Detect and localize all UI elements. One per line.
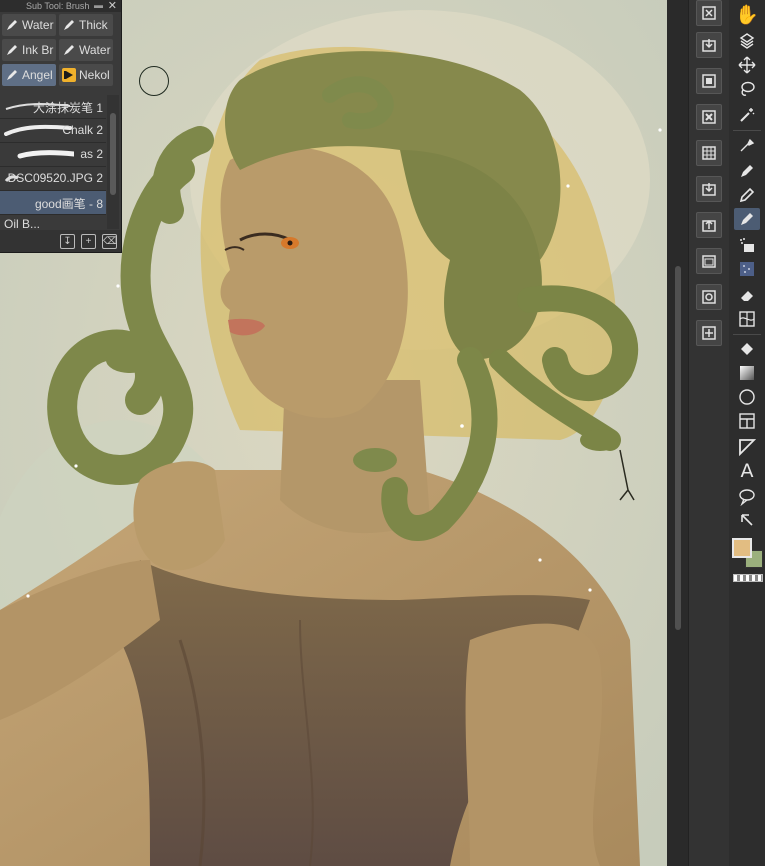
eraser-icon[interactable] [734,284,760,306]
subtool-tab-3[interactable]: Water [59,39,113,61]
subtool-tab-2[interactable]: Ink Br [2,39,56,61]
subtool-bottom-bar: ↧ + ⌫ [0,230,121,252]
copy-layer-icon[interactable] [696,284,722,310]
duplicate-subtool-icon[interactable]: + [81,233,96,249]
brush-list: 大涂抹炭笔 1 Chalk 2 as 2 DSC09520.JPG 2 good… [0,95,106,229]
brush-name: Chalk 2 [62,123,103,137]
fill-icon[interactable] [734,338,760,360]
brush-item-selected[interactable]: good画笔 - 8 [0,191,106,215]
brush-stroke-preview [17,150,74,159]
grid-icon[interactable] [696,140,722,166]
brush-item[interactable]: DSC09520.JPG 2 [0,167,106,191]
subtool-tab-label: Water [79,43,111,57]
figure-icon[interactable] [734,386,760,408]
layer-icon[interactable] [696,68,722,94]
magic-wand-icon[interactable] [734,104,760,126]
brush-list-scrollbar[interactable] [107,95,119,229]
subtool-palette: Sub Tool: Brush ▬ ✕ Water Thick Ink Br W… [0,0,122,253]
subtool-tab-label: Angel [22,68,53,82]
lasso-icon[interactable] [734,78,760,100]
merge-icon[interactable] [696,320,722,346]
import-icon[interactable] [696,32,722,58]
brush-pen-icon [7,70,17,80]
brush-icon[interactable] [734,208,760,230]
brush-name: 大涂抹炭笔 1 [32,101,103,115]
main-color-swatch[interactable] [732,538,752,558]
brush-name: as 2 [80,147,103,161]
brush-name: Oil B... [4,217,41,229]
command-bar [688,0,730,866]
transparent-color-swatch[interactable] [733,574,763,582]
brush-item[interactable]: Oil B... [0,215,106,229]
ruler-icon[interactable] [734,436,760,458]
airbrush-icon[interactable] [734,234,760,256]
move-icon[interactable] [734,54,760,76]
gradient-icon[interactable] [734,362,760,384]
canvas-vertical-scrollbar[interactable] [667,0,688,866]
subtool-title: Sub Tool: Brush [26,1,90,11]
import-subtool-icon[interactable]: ↧ [60,233,75,249]
brush-cursor [139,66,169,96]
brush-pen-icon [7,45,17,55]
minimize-icon[interactable]: ▬ [94,0,103,10]
subtool-tab-0[interactable]: Water [2,14,56,36]
eyedropper-icon[interactable] [734,134,760,156]
correct-line-icon[interactable] [734,510,760,532]
subtool-tab-label: Nekol [79,68,110,82]
subtool-tab-label: Thick [79,18,108,32]
decoration-icon[interactable] [734,258,760,280]
nekol-brand-icon [62,68,76,82]
frame-icon[interactable] [734,410,760,432]
tool-bar: ✋ A [729,0,765,866]
close-icon[interactable]: ✕ [108,0,117,12]
fit-screen-icon[interactable] [696,0,722,26]
subtool-tab-4[interactable]: Angel [2,64,56,86]
folder-icon[interactable] [696,248,722,274]
subtool-titlebar[interactable]: Sub Tool: Brush ▬ ✕ [0,0,121,12]
brush-pen-icon [7,20,17,30]
brush-item[interactable]: as 2 [0,143,106,167]
close-doc-icon[interactable] [696,104,722,130]
brush-name: DSC09520.JPG 2 [7,171,103,185]
subtool-tab-5[interactable]: Nekol [59,64,113,86]
subtool-tab-label: Ink Br [22,43,54,57]
import-icon[interactable] [696,176,722,202]
pen-icon[interactable] [734,160,760,182]
trash-icon[interactable]: ⌫ [102,233,117,249]
brush-pen-icon [64,20,74,30]
subtool-tab-label: Water [22,18,54,32]
balloon-icon[interactable] [734,486,760,508]
subtool-tab-grid: Water Thick Ink Br Water Angel Nekol [0,12,121,86]
blend-icon[interactable] [734,308,760,330]
brush-item[interactable]: Chalk 2 [0,119,106,143]
hand-icon[interactable]: ✋ [734,4,760,26]
brush-name: good画笔 - 8 [34,197,103,211]
brush-pen-icon [64,45,74,55]
subtool-tab-1[interactable]: Thick [59,14,113,36]
rotate-view-icon[interactable] [734,30,760,52]
export-icon[interactable] [696,212,722,238]
brush-item[interactable]: 大涂抹炭笔 1 [0,95,106,119]
text-icon[interactable]: A [734,460,760,482]
pencil-icon[interactable] [734,184,760,206]
